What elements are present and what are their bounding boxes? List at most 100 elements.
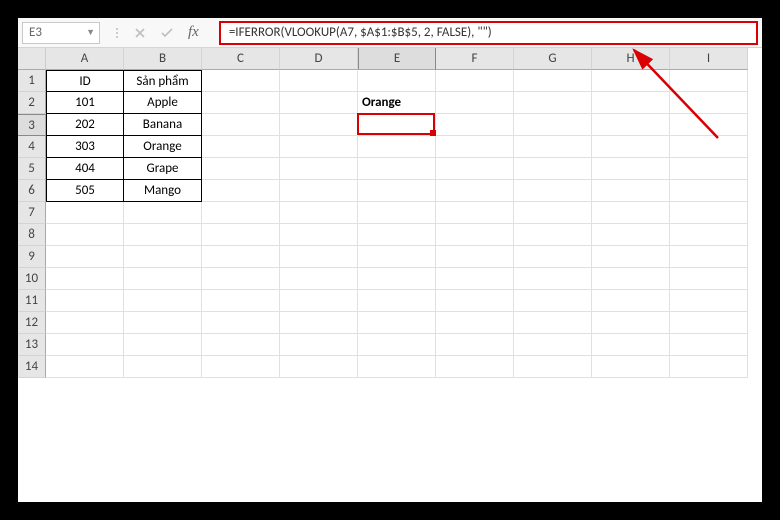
- cell-H1[interactable]: [592, 70, 670, 92]
- cell-I12[interactable]: [670, 312, 748, 334]
- cell-I7[interactable]: [670, 202, 748, 224]
- cell-F5[interactable]: [436, 158, 514, 180]
- cell-E11[interactable]: [358, 290, 436, 312]
- cell-G14[interactable]: [514, 356, 592, 378]
- row-header-5[interactable]: 5: [18, 158, 46, 180]
- cell-E10[interactable]: [358, 268, 436, 290]
- cell-H12[interactable]: [592, 312, 670, 334]
- cell-A13[interactable]: [46, 334, 124, 356]
- row-header-13[interactable]: 13: [18, 334, 46, 356]
- cell-H13[interactable]: [592, 334, 670, 356]
- select-all-corner[interactable]: [18, 48, 46, 70]
- col-header-E[interactable]: E: [358, 48, 436, 70]
- cell-H7[interactable]: [592, 202, 670, 224]
- cell-D10[interactable]: [280, 268, 358, 290]
- cell-B14[interactable]: [124, 356, 202, 378]
- cell-B13[interactable]: [124, 334, 202, 356]
- cell-F12[interactable]: [436, 312, 514, 334]
- cell-G9[interactable]: [514, 246, 592, 268]
- cell-I6[interactable]: [670, 180, 748, 202]
- cell-A4[interactable]: 303: [46, 136, 124, 158]
- cell-A7[interactable]: [46, 202, 124, 224]
- cell-H6[interactable]: [592, 180, 670, 202]
- cell-D12[interactable]: [280, 312, 358, 334]
- cell-A10[interactable]: [46, 268, 124, 290]
- confirm-icon[interactable]: [160, 27, 174, 39]
- spreadsheet-grid[interactable]: A B C D E F G H I 1 ID Sản phẩm: [18, 48, 762, 378]
- cell-B2[interactable]: Apple: [124, 92, 202, 114]
- cell-H2[interactable]: [592, 92, 670, 114]
- cell-C4[interactable]: [202, 136, 280, 158]
- cell-A5[interactable]: 404: [46, 158, 124, 180]
- row-header-2[interactable]: 2: [18, 92, 46, 114]
- cell-C10[interactable]: [202, 268, 280, 290]
- cell-A6[interactable]: 505: [46, 180, 124, 202]
- cell-B10[interactable]: [124, 268, 202, 290]
- cell-F3[interactable]: [436, 114, 514, 136]
- cell-G12[interactable]: [514, 312, 592, 334]
- cell-B12[interactable]: [124, 312, 202, 334]
- cell-F4[interactable]: [436, 136, 514, 158]
- cancel-icon[interactable]: [134, 27, 146, 39]
- cell-F11[interactable]: [436, 290, 514, 312]
- cell-A3[interactable]: 202: [46, 114, 124, 136]
- row-header-11[interactable]: 11: [18, 290, 46, 312]
- col-header-B[interactable]: B: [124, 48, 202, 70]
- cell-A11[interactable]: [46, 290, 124, 312]
- cell-E4[interactable]: [358, 136, 436, 158]
- row-header-14[interactable]: 14: [18, 356, 46, 378]
- cell-D7[interactable]: [280, 202, 358, 224]
- cell-I1[interactable]: [670, 70, 748, 92]
- row-header-6[interactable]: 6: [18, 180, 46, 202]
- cell-C14[interactable]: [202, 356, 280, 378]
- cell-H11[interactable]: [592, 290, 670, 312]
- col-header-H[interactable]: H: [592, 48, 670, 70]
- cell-H4[interactable]: [592, 136, 670, 158]
- cell-A12[interactable]: [46, 312, 124, 334]
- cell-B1[interactable]: Sản phẩm: [124, 70, 202, 92]
- cell-B6[interactable]: Mango: [124, 180, 202, 202]
- cell-A2[interactable]: 101: [46, 92, 124, 114]
- cell-I5[interactable]: [670, 158, 748, 180]
- row-header-7[interactable]: 7: [18, 202, 46, 224]
- col-header-A[interactable]: A: [46, 48, 124, 70]
- cell-D14[interactable]: [280, 356, 358, 378]
- row-header-9[interactable]: 9: [18, 246, 46, 268]
- cell-H14[interactable]: [592, 356, 670, 378]
- cell-C1[interactable]: [202, 70, 280, 92]
- cell-D8[interactable]: [280, 224, 358, 246]
- cell-C6[interactable]: [202, 180, 280, 202]
- cell-E3[interactable]: [358, 114, 436, 136]
- cell-G1[interactable]: [514, 70, 592, 92]
- cell-B11[interactable]: [124, 290, 202, 312]
- cell-B3[interactable]: Banana: [124, 114, 202, 136]
- col-header-I[interactable]: I: [670, 48, 748, 70]
- col-header-D[interactable]: D: [280, 48, 358, 70]
- row-header-8[interactable]: 8: [18, 224, 46, 246]
- cell-E13[interactable]: [358, 334, 436, 356]
- cell-E9[interactable]: [358, 246, 436, 268]
- cell-E5[interactable]: [358, 158, 436, 180]
- name-box[interactable]: E3 ▼: [22, 22, 100, 44]
- cell-E2[interactable]: Orange: [358, 92, 436, 114]
- cell-G10[interactable]: [514, 268, 592, 290]
- cell-F6[interactable]: [436, 180, 514, 202]
- col-header-G[interactable]: G: [514, 48, 592, 70]
- row-header-1[interactable]: 1: [18, 70, 46, 92]
- cell-G5[interactable]: [514, 158, 592, 180]
- cell-E8[interactable]: [358, 224, 436, 246]
- cell-G6[interactable]: [514, 180, 592, 202]
- cell-F9[interactable]: [436, 246, 514, 268]
- row-header-4[interactable]: 4: [18, 136, 46, 158]
- col-header-C[interactable]: C: [202, 48, 280, 70]
- cell-E1[interactable]: [358, 70, 436, 92]
- cell-G2[interactable]: [514, 92, 592, 114]
- cell-A1[interactable]: ID: [46, 70, 124, 92]
- cell-A8[interactable]: [46, 224, 124, 246]
- cell-G7[interactable]: [514, 202, 592, 224]
- cell-I9[interactable]: [670, 246, 748, 268]
- cell-G8[interactable]: [514, 224, 592, 246]
- cell-C7[interactable]: [202, 202, 280, 224]
- cell-H10[interactable]: [592, 268, 670, 290]
- cell-E14[interactable]: [358, 356, 436, 378]
